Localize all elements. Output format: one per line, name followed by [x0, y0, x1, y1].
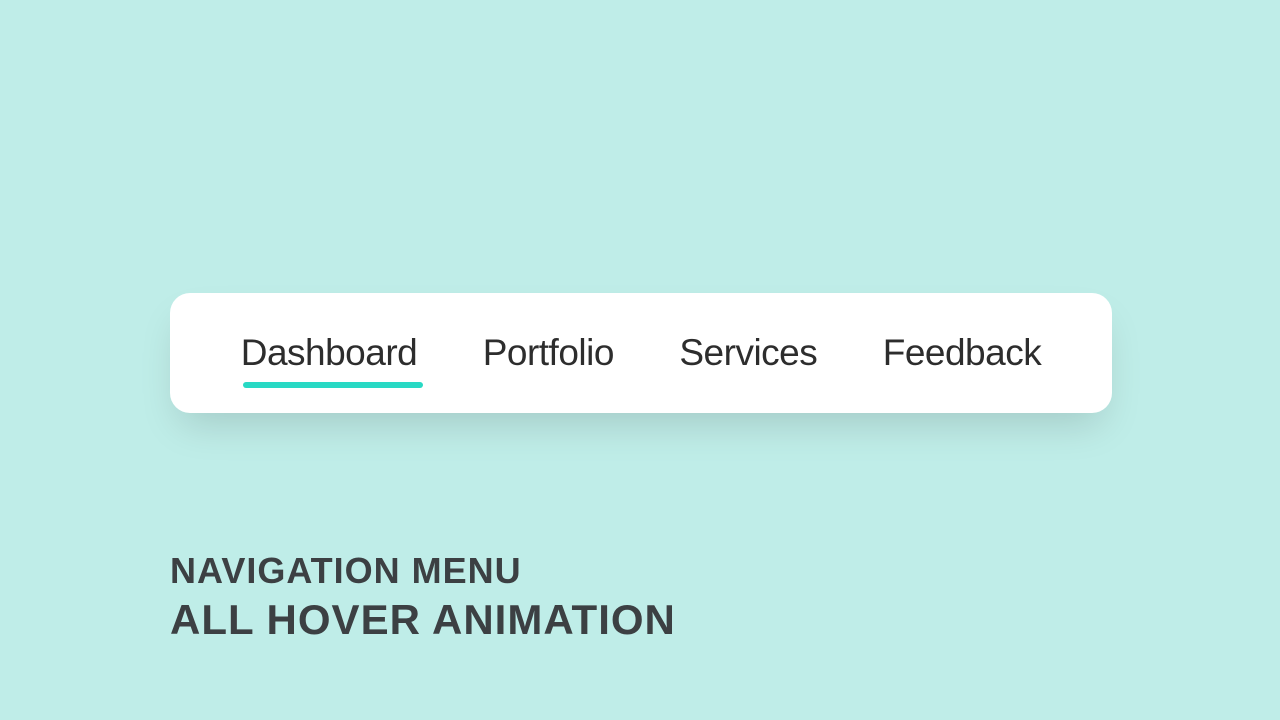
nav-item-dashboard[interactable]: Dashboard — [241, 332, 418, 374]
caption-title: NAVIGATION MENU — [170, 550, 676, 592]
caption-block: NAVIGATION MENU ALL HOVER ANIMATION — [170, 550, 676, 644]
caption-subtitle: ALL HOVER ANIMATION — [170, 596, 676, 644]
nav-item-portfolio[interactable]: Portfolio — [483, 332, 614, 374]
navigation-menu: Dashboard Portfolio Services Feedback — [170, 293, 1112, 413]
nav-item-services[interactable]: Services — [679, 332, 817, 374]
nav-item-feedback[interactable]: Feedback — [883, 332, 1042, 374]
